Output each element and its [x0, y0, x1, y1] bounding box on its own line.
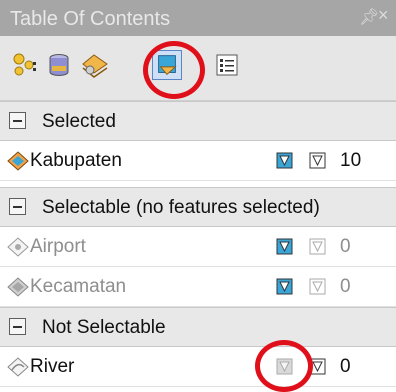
options-icon[interactable]	[212, 50, 242, 80]
layer-row[interactable]: Kecamatan 0	[0, 267, 396, 307]
select-features-icon[interactable]	[309, 358, 326, 375]
group-selected[interactable]: Selected	[0, 101, 396, 141]
selected-count: 0	[340, 276, 351, 297]
pin-icon[interactable]: 📌︎	[359, 7, 379, 27]
layer-row[interactable]: Airport 0	[0, 227, 396, 267]
select-features-icon[interactable]	[309, 152, 326, 169]
group-not-selectable[interactable]: Not Selectable	[0, 307, 396, 347]
toggle-selectable-icon[interactable]	[276, 358, 293, 375]
layer-name: Airport	[30, 236, 86, 257]
list-by-source-icon[interactable]	[44, 50, 74, 80]
window-title: Table Of Contents	[10, 8, 171, 30]
group-label: Selected	[42, 111, 116, 132]
selected-count: 0	[340, 356, 351, 377]
close-icon[interactable]: ×	[378, 5, 389, 26]
polygon-layer-selected-icon	[7, 151, 29, 171]
layer-row[interactable]: Kabupaten 10	[0, 141, 396, 181]
layer-name: Kabupaten	[30, 150, 122, 171]
list-by-selection-icon[interactable]	[152, 50, 182, 80]
polygon-layer-icon	[7, 277, 29, 297]
layer-name: Kecamatan	[30, 276, 127, 297]
collapse-icon[interactable]	[9, 112, 26, 129]
collapse-icon[interactable]	[9, 198, 26, 215]
collapse-icon[interactable]	[9, 318, 26, 335]
toggle-selectable-icon[interactable]	[276, 152, 293, 169]
toggle-selectable-icon[interactable]	[276, 278, 293, 295]
group-label: Selectable (no features selected)	[42, 197, 320, 218]
layer-row[interactable]: River 0	[0, 347, 396, 387]
group-label: Not Selectable	[42, 317, 166, 338]
toc-title-bar: Table Of Contents 📌︎ ×	[0, 0, 396, 36]
point-layer-icon	[7, 237, 29, 257]
line-layer-icon	[7, 357, 29, 377]
list-by-drawing-order-icon[interactable]	[10, 50, 40, 80]
toggle-selectable-icon[interactable]	[276, 238, 293, 255]
layer-name: River	[30, 356, 75, 377]
group-selectable[interactable]: Selectable (no features selected)	[0, 187, 396, 227]
select-features-icon[interactable]	[309, 278, 326, 295]
selected-count: 0	[340, 236, 351, 257]
select-features-icon[interactable]	[309, 238, 326, 255]
list-by-visibility-icon[interactable]	[80, 50, 110, 80]
selected-count: 10	[340, 150, 362, 171]
